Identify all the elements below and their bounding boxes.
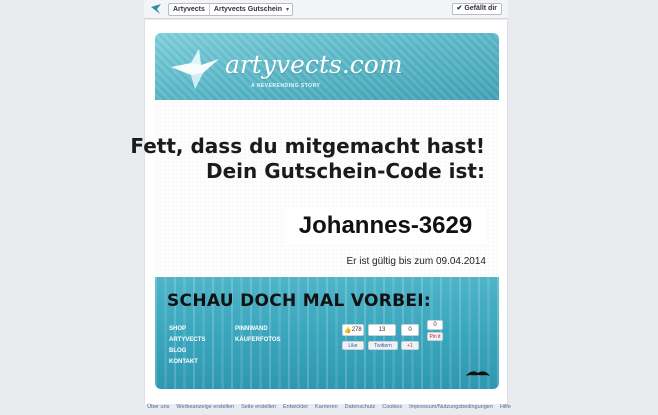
promo-links-right: PINNWAND KÄUFERFOTOS bbox=[235, 324, 281, 346]
promo-links-left: SHOP ARTYVECTS BLOG KONTAKT bbox=[169, 324, 205, 368]
thumbs-up-icon: 👍 bbox=[344, 327, 352, 334]
link-pinnwand[interactable]: PINNWAND bbox=[235, 324, 281, 335]
footer-link[interactable]: Datenschutz bbox=[345, 404, 376, 415]
breadcrumb-app[interactable]: Artyvects Gutschein bbox=[208, 3, 286, 15]
footer-link[interactable]: Karrieren bbox=[315, 404, 338, 415]
pinterest-button[interactable]: Pin it bbox=[427, 332, 443, 341]
brand-name: artyvects.com bbox=[225, 50, 403, 79]
pinterest-count: 0 bbox=[427, 320, 443, 330]
gplus-button[interactable]: +1 bbox=[401, 341, 419, 350]
mustache-icon bbox=[466, 371, 490, 376]
link-shop[interactable]: SHOP bbox=[169, 324, 205, 335]
validity-text: Er ist gültig bis zum 09.04.2014 bbox=[346, 256, 486, 267]
footer-link[interactable]: Hilfe bbox=[500, 404, 511, 415]
code-intro-heading: Dein Gutschein-Code ist: bbox=[206, 159, 485, 183]
voucher-code[interactable]: Johannes-3629 bbox=[285, 208, 486, 244]
breadcrumb[interactable]: Artyvects Artyvects Gutschein ▾ bbox=[168, 2, 294, 16]
liked-button[interactable]: ✔ Gefällt dir bbox=[451, 3, 502, 15]
footer-link[interactable]: Cookies bbox=[382, 404, 402, 415]
facebook-tab-header: Artyvects Artyvects Gutschein ▾ ✔ Gefäll… bbox=[144, 0, 508, 19]
twitter-button[interactable]: Twittern bbox=[368, 341, 398, 350]
link-kaeuferfotos[interactable]: KÄUFERFOTOS bbox=[235, 335, 281, 346]
facebook-like-button[interactable]: Like bbox=[342, 341, 364, 350]
twitter-count: 13 bbox=[368, 324, 396, 336]
link-artyvects[interactable]: ARTYVECTS bbox=[169, 335, 205, 346]
footer-link[interactable]: Werbeanzeige erstellen bbox=[176, 404, 234, 415]
facebook-footer: Über uns Werbeanzeige erstellen Seite er… bbox=[0, 404, 658, 415]
gplus-count: 0 bbox=[401, 324, 419, 336]
thank-you-heading: Fett, dass du mitgemacht hast! bbox=[130, 134, 485, 158]
breadcrumb-page[interactable]: Artyvects bbox=[169, 4, 209, 15]
facebook-like-count: 👍 278 bbox=[342, 324, 364, 336]
origami-bird-logo-icon bbox=[171, 49, 219, 89]
brand-tagline: A NEVERENDING STORY bbox=[251, 83, 321, 89]
footer-link[interactable]: Impressum/Nutzungsbedingungen bbox=[409, 404, 493, 415]
message-panel bbox=[155, 100, 499, 278]
footer-link[interactable]: Seite erstellen bbox=[241, 404, 276, 415]
link-blog[interactable]: BLOG bbox=[169, 346, 205, 357]
link-kontakt[interactable]: KONTAKT bbox=[169, 357, 205, 368]
chevron-down-icon[interactable]: ▾ bbox=[286, 6, 292, 13]
artyvects-bird-icon[interactable] bbox=[150, 3, 162, 15]
footer-link[interactable]: Entwickler bbox=[283, 404, 308, 415]
promo-title: SCHAU DOCH MAL VORBEI: bbox=[167, 291, 432, 311]
footer-link[interactable]: Über uns bbox=[147, 404, 169, 415]
promo-section: SCHAU DOCH MAL VORBEI: SHOP ARTYVECTS BL… bbox=[155, 277, 499, 389]
